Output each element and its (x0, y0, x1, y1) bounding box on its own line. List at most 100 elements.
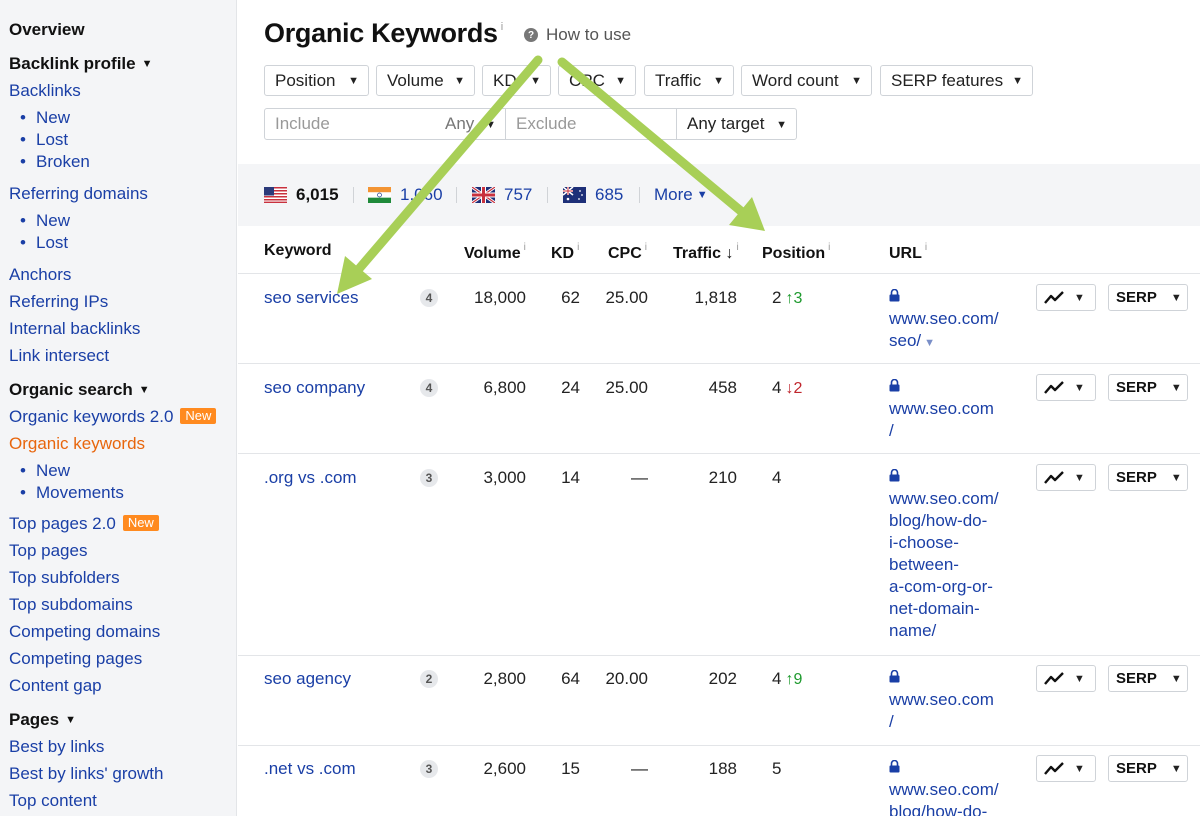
sidebar-item-best-by-links[interactable]: Best by links (9, 737, 104, 757)
item-label: Lost (36, 233, 69, 252)
url-link[interactable]: www.seo.com/seo/▼ (889, 286, 1009, 354)
word-count-filter-button[interactable]: Word count ▼ (741, 65, 872, 96)
change-value: 2 (793, 380, 803, 397)
serp-button[interactable]: SERP ▼ (1108, 374, 1188, 401)
serp-features-count[interactable]: 3 (420, 760, 438, 778)
how-to-use-label: How to use (546, 25, 632, 44)
button-label: SERP features (891, 70, 1004, 90)
sidebar-item-organic-keywords[interactable]: Organic keywords (9, 434, 145, 454)
country-au[interactable]: 685 (563, 185, 623, 205)
any-target-select[interactable]: Any target ▼ (676, 108, 797, 140)
sidebar-item-ok-movements[interactable]: • Movements (20, 483, 124, 503)
caret-down-icon: ▼ (924, 337, 936, 349)
sidebar-item-ok-new[interactable]: • New (20, 461, 70, 481)
sidebar-item-referring-ips[interactable]: Referring IPs (9, 292, 108, 312)
sidebar-item-anchors[interactable]: Anchors (9, 265, 71, 285)
traffic-value: 202 (708, 669, 737, 688)
column-header-position[interactable]: Position i (762, 242, 830, 263)
column-header-url[interactable]: URL i (889, 242, 927, 263)
url-link[interactable]: www.seo.com / (889, 376, 1009, 442)
question-icon: ? (524, 28, 538, 42)
sidebar-item-content-gap[interactable]: Content gap (9, 676, 102, 696)
sidebar-item-top-subdomains[interactable]: Top subdomains (9, 595, 133, 615)
info-icon[interactable]: i (577, 242, 579, 253)
keyword-link[interactable]: seo agency (264, 669, 351, 689)
serp-features-count[interactable]: 4 (420, 289, 438, 307)
sidebar-item-backlinks-lost[interactable]: • Lost (20, 130, 68, 150)
country-in[interactable]: 1,060 (368, 185, 443, 205)
sidebar-item-top-pages[interactable]: Top pages (9, 541, 87, 561)
column-header-cpc[interactable]: CPC i (608, 242, 647, 263)
position-history-button[interactable]: ▼ (1036, 374, 1096, 401)
sidebar-item-referring-domains[interactable]: Referring domains (9, 184, 148, 204)
keyword-link[interactable]: seo services (264, 288, 358, 308)
serp-features-count[interactable]: 2 (420, 670, 438, 688)
kd-filter-button[interactable]: KD ▼ (482, 65, 551, 96)
sidebar-section-pages[interactable]: Pages ▼ (9, 710, 76, 730)
exclude-input[interactable]: Exclude (505, 108, 677, 140)
sidebar-item-top-content[interactable]: Top content (9, 791, 97, 811)
country-gb[interactable]: 757 (472, 185, 532, 205)
sidebar-item-backlinks-broken[interactable]: • Broken (20, 152, 90, 172)
sidebar-overview[interactable]: Overview (9, 20, 85, 40)
url-text: www.seo.com/ (889, 309, 999, 328)
serp-button[interactable]: SERP ▼ (1108, 464, 1188, 491)
bullet-icon: • (20, 461, 26, 480)
sidebar-item-competing-domains[interactable]: Competing domains (9, 622, 160, 642)
keyword-link[interactable]: .org vs .com (264, 468, 357, 488)
position-history-button[interactable]: ▼ (1036, 755, 1096, 782)
how-to-use-link[interactable]: ? How to use (524, 25, 631, 45)
column-header-kd[interactable]: KD i (551, 242, 579, 263)
serp-button[interactable]: SERP ▼ (1108, 284, 1188, 311)
url-link[interactable]: www.seo.com / (889, 667, 1009, 733)
serp-features-filter-button[interactable]: SERP features ▼ (880, 65, 1033, 96)
url-link[interactable]: www.seo.com/blog/how-do-i-choose-between… (889, 466, 1009, 642)
any-select[interactable]: Any (445, 114, 474, 134)
column-header-keyword[interactable]: Keyword (264, 242, 332, 260)
sidebar-item-internal-backlinks[interactable]: Internal backlinks (9, 319, 140, 339)
info-icon[interactable]: i (524, 242, 526, 253)
info-icon[interactable]: i (925, 242, 927, 253)
keyword-link[interactable]: .net vs .com (264, 759, 356, 779)
volume-value: 6,800 (483, 378, 526, 397)
cpc-filter-button[interactable]: CPC ▼ (558, 65, 636, 96)
sidebar-item-backlinks-new[interactable]: • New (20, 108, 70, 128)
sidebar-item-rd-new[interactable]: • New (20, 211, 70, 231)
serp-features-count[interactable]: 4 (420, 379, 438, 397)
sidebar-item-backlinks[interactable]: Backlinks (9, 81, 81, 101)
more-countries-button[interactable]: More ▼ (654, 185, 708, 205)
serp-button[interactable]: SERP ▼ (1108, 755, 1188, 782)
sidebar-item-competing-pages[interactable]: Competing pages (9, 649, 142, 669)
caret-down-icon: ▼ (615, 75, 626, 87)
sidebar-item-best-by-links-growth[interactable]: Best by links' growth (9, 764, 163, 784)
sidebar-section-organic-search[interactable]: Organic search ▼ (9, 380, 150, 400)
info-icon[interactable]: i (501, 21, 503, 33)
position-history-button[interactable]: ▼ (1036, 665, 1096, 692)
sidebar-item-link-intersect[interactable]: Link intersect (9, 346, 109, 366)
position-filter-button[interactable]: Position ▼ (264, 65, 369, 96)
include-input[interactable]: Include Any ▼ (264, 108, 506, 140)
sidebar-item-rd-lost[interactable]: • Lost (20, 233, 68, 253)
url-link[interactable]: www.seo.com/blog/how-do- (889, 757, 1009, 816)
info-icon[interactable]: i (828, 242, 830, 253)
column-header-traffic[interactable]: Traffic ↓ i (673, 242, 739, 263)
position-history-button[interactable]: ▼ (1036, 464, 1096, 491)
traffic-filter-button[interactable]: Traffic ▼ (644, 65, 734, 96)
traffic-value: 1,818 (694, 288, 737, 307)
info-icon[interactable]: i (736, 242, 738, 253)
sidebar-section-backlink-profile[interactable]: Backlink profile ▼ (9, 54, 153, 74)
info-icon[interactable]: i (645, 242, 647, 253)
sidebar-item-top-pages-2[interactable]: Top pages 2.0 New (9, 514, 159, 534)
serp-features-count[interactable]: 3 (420, 469, 438, 487)
column-header-volume[interactable]: Volume i (464, 242, 526, 263)
country-us[interactable]: 6,015 (264, 185, 339, 205)
position-history-button[interactable]: ▼ (1036, 284, 1096, 311)
volume-filter-button[interactable]: Volume ▼ (376, 65, 475, 96)
keyword-link[interactable]: seo company (264, 378, 365, 398)
caret-down-icon: ▼ (1074, 762, 1085, 775)
sidebar-item-top-subfolders[interactable]: Top subfolders (9, 568, 120, 588)
bullet-icon: • (20, 483, 26, 502)
url-line: blog/how-do- (889, 801, 1009, 816)
sidebar-item-organic-keywords-2[interactable]: Organic keywords 2.0 New (9, 407, 217, 427)
serp-button[interactable]: SERP ▼ (1108, 665, 1188, 692)
